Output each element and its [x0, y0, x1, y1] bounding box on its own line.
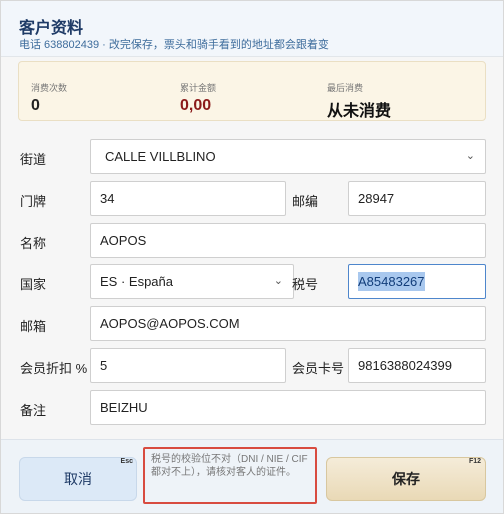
- chevron-down-icon: ⌄: [273, 275, 283, 287]
- stat-last-label: 最后消费: [327, 83, 364, 93]
- stat-last: 最后消费 从未消费: [327, 81, 391, 121]
- street-select[interactable]: CALLE VILLBLINO ⌄: [90, 139, 486, 174]
- save-label: 保存: [392, 471, 420, 487]
- tax-value: A85483267: [358, 272, 425, 291]
- email-field[interactable]: AOPOS@AOPOS.COM: [90, 306, 486, 341]
- note-label: 备注: [20, 403, 47, 418]
- tax-label: 税号: [292, 277, 319, 292]
- customer-dialog: 客户资料 电话 638802439 · 改完保存，票头和骑手看到的地址都会跟着变…: [0, 0, 504, 514]
- door-label: 门牌: [20, 194, 47, 209]
- save-button[interactable]: F12 保存: [326, 457, 486, 501]
- save-shortcut: F12: [468, 458, 481, 465]
- street-label: 街道: [20, 152, 47, 167]
- tax-field[interactable]: A85483267: [348, 264, 486, 299]
- name-field[interactable]: AOPOS: [90, 223, 486, 258]
- stat-last-value: 从未消费: [327, 103, 392, 120]
- postal-label: 邮编: [292, 194, 319, 209]
- discount-label: 会员折扣 %: [20, 361, 88, 376]
- card-label: 会员卡号: [292, 361, 345, 376]
- street-value: CALLE VILLBLINO: [105, 149, 216, 164]
- door-field[interactable]: 34: [90, 181, 286, 216]
- email-label: 邮箱: [20, 319, 47, 334]
- stat-visits-value: 0: [31, 97, 40, 114]
- stat-total-value: 0,00: [180, 97, 212, 114]
- dialog-subtitle: 电话 638802439 · 改完保存，票头和骑手看到的地址都会跟着变: [19, 39, 329, 51]
- stat-total-label: 累计金额: [180, 83, 217, 93]
- note-field[interactable]: BEIZHU: [90, 390, 486, 425]
- stat-total: 累计金额 0,00: [180, 81, 216, 115]
- dialog-header: 客户资料 电话 638802439 · 改完保存，票头和骑手看到的地址都会跟着变: [1, 1, 503, 57]
- country-label: 国家: [20, 277, 47, 292]
- discount-field[interactable]: 5: [90, 348, 286, 383]
- cancel-shortcut: Esc: [120, 458, 133, 465]
- chevron-down-icon: ⌄: [465, 150, 475, 162]
- stat-visits: 消费次数 0: [31, 81, 67, 115]
- cancel-label: 取消: [64, 471, 92, 487]
- stats-panel: 消费次数 0 累计金额 0,00 最后消费 从未消费: [18, 61, 486, 121]
- card-field[interactable]: 9816388024399: [348, 348, 486, 383]
- postal-field[interactable]: 28947: [348, 181, 486, 216]
- country-select[interactable]: ES · España ⌄: [90, 264, 294, 299]
- stat-visits-label: 消费次数: [31, 83, 68, 93]
- dialog-footer: Esc 取消 税号的校验位不对（DNI / NIE / CIF 都对不上），请核…: [1, 439, 503, 513]
- name-label: 名称: [20, 236, 47, 251]
- dialog-title: 客户资料: [19, 20, 84, 37]
- tax-warning-message: 税号的校验位不对（DNI / NIE / CIF 都对不上），请核对客人的证件。: [143, 447, 317, 504]
- country-value: ES · España: [100, 274, 173, 289]
- cancel-button[interactable]: Esc 取消: [19, 457, 137, 501]
